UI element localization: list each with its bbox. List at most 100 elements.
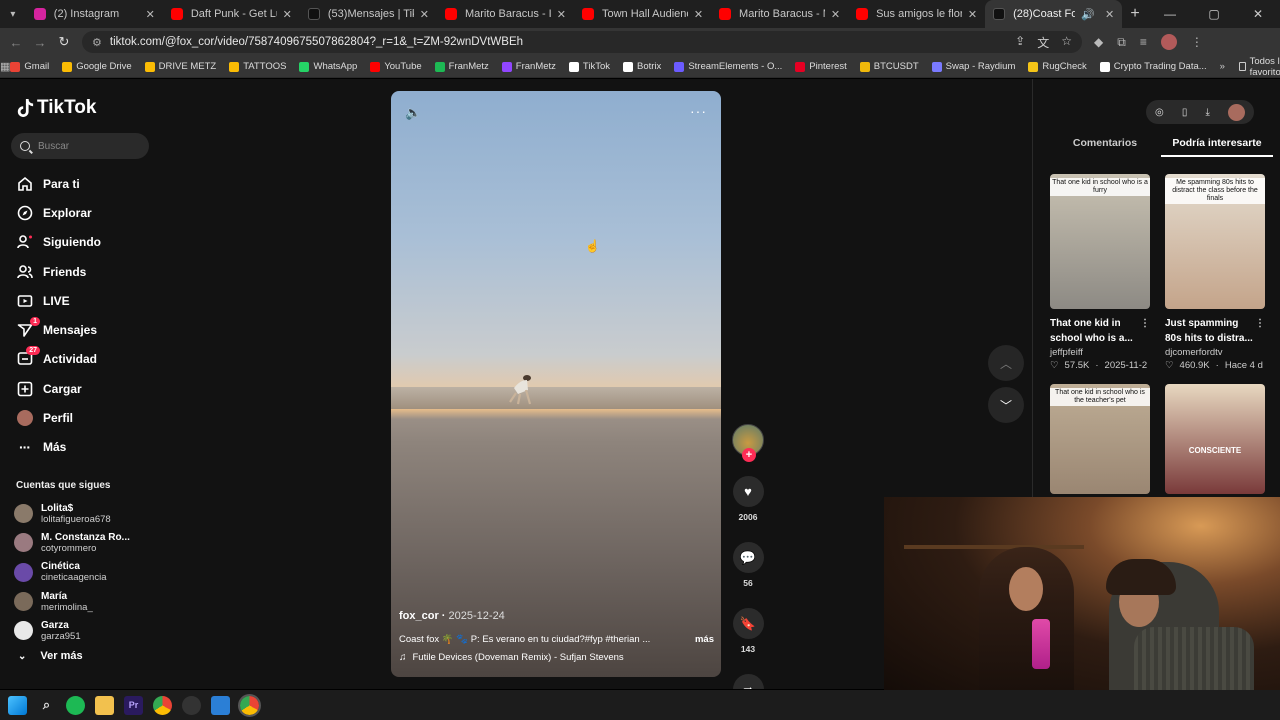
bookmarks-more-icon[interactable]: »: [1220, 61, 1225, 72]
following-account[interactable]: María merimolina_: [14, 587, 130, 616]
nav-para-ti[interactable]: Para ti: [16, 169, 101, 198]
follow-plus-icon[interactable]: +: [742, 448, 756, 462]
bookmark-item[interactable]: Botrix: [623, 61, 661, 72]
nav-explorar[interactable]: Explorar: [16, 198, 101, 227]
all-bookmarks-button[interactable]: Todos los favoritos: [1238, 56, 1280, 78]
install-app-icon[interactable]: ⇪: [1015, 34, 1025, 51]
description-more-button[interactable]: más: [695, 634, 714, 645]
save-action[interactable]: 🔖 143: [732, 608, 764, 654]
share-action[interactable]: ➦2930: [732, 674, 764, 689]
video-options-icon[interactable]: ···: [690, 103, 707, 119]
bookmark-item[interactable]: Crypto Trading Data...: [1099, 61, 1207, 72]
forward-icon[interactable]: →: [28, 35, 52, 50]
nav-live[interactable]: LIVE: [16, 286, 101, 315]
close-tab-icon[interactable]: ✕: [146, 8, 155, 21]
following-account[interactable]: Lolita$ lolitafigueroa678: [14, 499, 130, 528]
bookmark-star-icon[interactable]: ☆: [1061, 34, 1072, 51]
tab-podria-interesarte[interactable]: Podría interesarte: [1161, 137, 1273, 157]
video-thumbnail[interactable]: That one kid in school who is a furry: [1050, 174, 1150, 309]
audio-icon[interactable]: 🔊: [1081, 8, 1095, 21]
browser-tab[interactable]: Sus amigos le florecieron✕: [848, 0, 985, 28]
bookmark-item[interactable]: WhatsApp: [299, 61, 357, 72]
apps-grid-icon[interactable]: ▦: [0, 60, 10, 73]
video-player[interactable]: 🔈 ··· ☝ fox_cor · 2025-12-24 Coast fox 🌴…: [391, 91, 721, 677]
obs-icon[interactable]: [182, 695, 201, 715]
menu-dots-icon[interactable]: ⋮: [1191, 35, 1203, 49]
new-tab-button[interactable]: +: [1122, 5, 1148, 23]
bookmark-item[interactable]: RugCheck: [1028, 61, 1087, 72]
nav-friends[interactable]: Friends: [16, 257, 101, 286]
browser-tab[interactable]: (53)Mensajes | TikTok✕: [300, 0, 437, 28]
browser-tab-active[interactable]: (28)Coast Fox y la Cu🔊✕: [985, 0, 1123, 28]
windows-start-icon[interactable]: [8, 695, 27, 715]
next-video-button[interactable]: ﹀: [988, 387, 1024, 423]
video-author[interactable]: fox_cor · 2025-12-24: [399, 610, 714, 622]
extensions-puzzle-icon[interactable]: ⧉: [1117, 35, 1126, 50]
video-thumbnail[interactable]: CONSCIENTE: [1165, 384, 1265, 494]
profile-avatar[interactable]: [1160, 34, 1177, 50]
bookmark-item[interactable]: Swap - Raydium: [931, 61, 1015, 72]
premiere-icon[interactable]: Pr: [124, 695, 143, 715]
like-action[interactable]: ♥ 2006: [732, 476, 764, 522]
close-tab-icon[interactable]: ✕: [1105, 8, 1114, 21]
browser-tab[interactable]: Town Hall Audience Mem✕: [574, 0, 711, 28]
back-icon[interactable]: ←: [4, 35, 28, 50]
card-menu-icon[interactable]: ⋮: [1140, 316, 1150, 346]
nav-perfil[interactable]: Perfil: [16, 403, 101, 432]
bookmark-item[interactable]: FranMetz: [501, 61, 556, 72]
compass-icon[interactable]: ◎: [1155, 107, 1164, 118]
extension-icon[interactable]: ◆: [1094, 35, 1103, 49]
close-tab-icon[interactable]: ✕: [420, 8, 429, 21]
browser-tab[interactable]: Daft Punk - Get Lucky - Ji✕: [163, 0, 300, 28]
bookmark-item[interactable]: DRIVE METZ: [144, 61, 216, 72]
tab-search-icon[interactable]: ▾: [0, 0, 26, 28]
bookmark-item[interactable]: YouTube: [370, 61, 422, 72]
comment-action[interactable]: 💬 56: [732, 542, 764, 588]
browser-tab[interactable]: Marito Baracus - IT - YouT✕: [437, 0, 574, 28]
bookmark-item[interactable]: TATTOOS: [229, 61, 286, 72]
nav-mas[interactable]: ··· Más: [16, 433, 101, 462]
profile-avatar[interactable]: [1227, 103, 1245, 121]
nav-mensajes[interactable]: 1 Mensajes: [16, 315, 101, 344]
see-more-button[interactable]: ⌄ Ver más: [18, 650, 83, 662]
search-input[interactable]: Buscar: [11, 133, 149, 159]
reload-icon[interactable]: ↻: [52, 34, 76, 50]
maximize-icon[interactable]: ▢: [1192, 7, 1236, 21]
bookmark-item[interactable]: FranMetz: [434, 61, 489, 72]
following-account[interactable]: Cinética cineticaagencia: [14, 558, 130, 587]
media-control-icon[interactable]: ≡: [1140, 35, 1147, 49]
card-menu-icon[interactable]: ⋮: [1255, 316, 1265, 346]
site-info-icon[interactable]: ⚙: [92, 36, 102, 49]
nav-cargar[interactable]: Cargar: [16, 374, 101, 403]
download-icon[interactable]: ⤓: [1205, 107, 1209, 118]
minimize-icon[interactable]: —: [1148, 7, 1192, 21]
following-account[interactable]: M. Constanza Ro... cotyrommero: [14, 528, 130, 557]
bookmark-item[interactable]: StreamElements - O...: [674, 61, 782, 72]
chrome-active-icon[interactable]: [238, 693, 261, 717]
close-tab-icon[interactable]: ✕: [968, 8, 977, 21]
recommended-video[interactable]: Me spamming 80s hits to distract the cla…: [1165, 174, 1265, 371]
nav-siguiendo[interactable]: Siguiendo: [16, 228, 101, 257]
browser-tab[interactable]: (2) Instagram ✕: [26, 0, 163, 28]
previous-video-button[interactable]: ︿: [988, 345, 1024, 381]
close-tab-icon[interactable]: ✕: [557, 8, 566, 21]
file-explorer-icon[interactable]: [95, 695, 114, 715]
search-icon[interactable]: ⌕: [37, 696, 56, 715]
bookmark-item[interactable]: Google Drive: [62, 61, 132, 72]
browser-tab[interactable]: Marito Baracus - Mortal K✕: [711, 0, 848, 28]
tab-comentarios[interactable]: Comentarios: [1049, 137, 1161, 157]
volume-icon[interactable]: 🔈: [405, 105, 421, 121]
chrome-icon[interactable]: [153, 695, 172, 715]
phone-icon[interactable]: ▯: [1182, 107, 1188, 118]
snipping-tool-icon[interactable]: [211, 695, 230, 715]
bookmark-item[interactable]: TikTok: [568, 61, 610, 72]
close-tab-icon[interactable]: ✕: [831, 8, 840, 21]
bookmark-item[interactable]: Gmail: [10, 61, 49, 72]
video-music[interactable]: ♫ Futile Devices (Doveman Remix) - Sufjan…: [399, 652, 714, 663]
recommended-video[interactable]: That one kid in school who is a furry Th…: [1050, 174, 1150, 371]
creator-avatar[interactable]: +: [732, 424, 764, 462]
close-tab-icon[interactable]: ✕: [694, 8, 703, 21]
translate-icon[interactable]: 文: [1037, 34, 1049, 51]
spotify-icon[interactable]: [66, 695, 85, 715]
tiktok-logo[interactable]: TikTok: [16, 97, 96, 119]
